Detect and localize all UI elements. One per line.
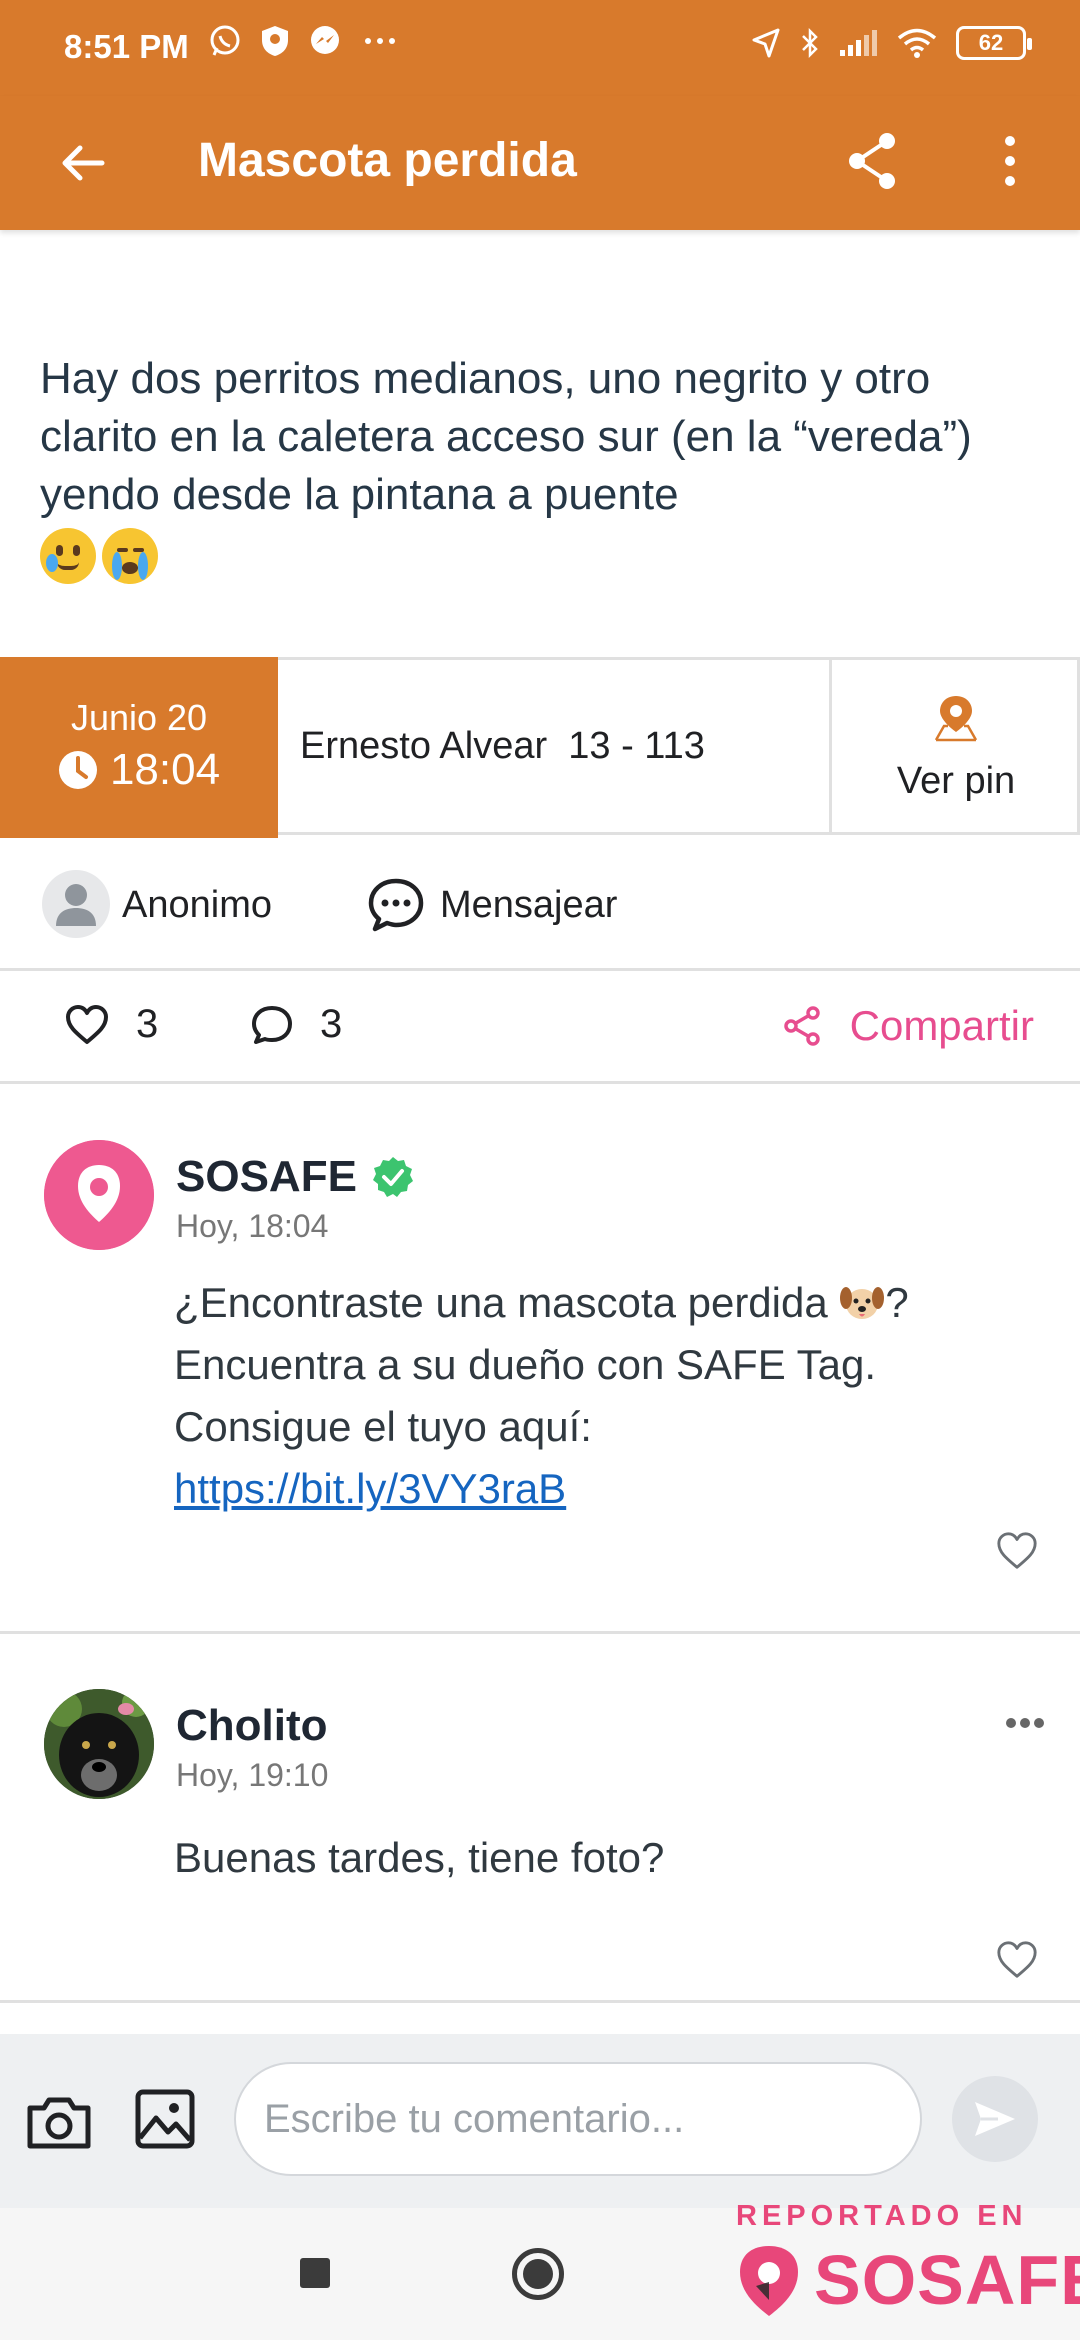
- comment-count: 3: [320, 1002, 343, 1046]
- share-nodes-icon: [783, 1006, 820, 1046]
- sosafe-avatar: [44, 1140, 154, 1250]
- crying-emoji-icon: [102, 528, 158, 585]
- comment-bar: [0, 2034, 1080, 2208]
- map-pin-icon: [934, 696, 978, 742]
- camera-icon: [27, 2097, 91, 2149]
- comment-more-button[interactable]: [1006, 1713, 1052, 1733]
- chat-bubble-icon: [368, 878, 424, 932]
- heart-icon: [997, 1941, 1037, 1978]
- system-icons: 62: [750, 26, 1032, 60]
- dog-emoji-icon: [840, 1287, 885, 1319]
- comment-like-button[interactable]: [992, 1935, 1042, 1985]
- comment-author-name: Cholito: [176, 1701, 328, 1750]
- home-button[interactable]: [512, 2248, 564, 2300]
- post-time: 18:04: [109, 745, 221, 794]
- heart-icon: [66, 1004, 108, 1044]
- author-avatar: [42, 870, 110, 938]
- more-menu-button[interactable]: [980, 124, 1040, 198]
- comment-text: Buenas tardes, tiene foto?: [174, 1834, 665, 1881]
- message-label: Mensajear: [440, 883, 618, 926]
- watermark-label: REPORTADO EN: [736, 2200, 1028, 2232]
- sosafe-shield-logo-icon: [740, 2246, 798, 2316]
- comment-text-part1: ¿Encontraste una mascota perdida: [174, 1279, 828, 1326]
- clock-icon: [58, 751, 97, 789]
- post-description: Hay dos perritos medianos, uno negrito y…: [40, 350, 1040, 585]
- cholito-avatar: [44, 1689, 154, 1799]
- recents-button[interactable]: [300, 2258, 330, 2288]
- smiling-tear-emoji-icon: [40, 528, 96, 585]
- like-button[interactable]: 3: [64, 1002, 158, 1047]
- user-icon: [56, 884, 96, 926]
- battery-indicator: 62: [956, 26, 1032, 60]
- signal-icon: [840, 30, 877, 56]
- comment-button[interactable]: 3: [250, 1002, 342, 1047]
- send-icon: [975, 2102, 1015, 2136]
- watermark-logo: SOSAFE: [734, 2240, 1080, 2320]
- comment-input[interactable]: [234, 2062, 922, 2176]
- verified-badge-icon: [372, 1157, 413, 1197]
- author-name: Anonimo: [122, 884, 272, 926]
- author-row: Anonimo Mensajear: [0, 838, 1080, 971]
- comment-author: SOSAFE: [176, 1152, 415, 1202]
- message-button[interactable]: Mensajear: [366, 870, 617, 940]
- comment-text: ¿Encontraste una mascota perdida ? Encue…: [174, 1272, 994, 1520]
- post-meta: Junio 20 18:04 Ernesto Alvear 13 - 113 V…: [0, 657, 1080, 838]
- more-dots-icon: [365, 38, 395, 44]
- back-arrow-icon: [62, 145, 105, 181]
- shield-icon: [262, 26, 288, 56]
- send-button[interactable]: [952, 2076, 1038, 2162]
- comment-time: Hoy, 18:04: [176, 1208, 329, 1244]
- share-button[interactable]: [836, 124, 910, 198]
- post-actions: 3 3 Compartir: [0, 974, 1080, 1084]
- whatsapp-icon: [210, 25, 240, 56]
- gallery-button[interactable]: [134, 2088, 204, 2158]
- comment-time: Hoy, 19:10: [176, 1757, 329, 1793]
- app-bar: Mascota perdida: [0, 96, 1080, 230]
- share-icon: [849, 133, 895, 189]
- date-cell: Junio 20 18:04: [0, 657, 278, 838]
- like-count: 3: [136, 1002, 159, 1046]
- heart-icon: [997, 1532, 1037, 1569]
- post-date: Junio 20: [70, 697, 208, 738]
- view-pin-button[interactable]: Ver pin: [832, 660, 1080, 832]
- comment-author: Cholito: [176, 1701, 328, 1751]
- status-bar: 8:51 PM 62: [0, 0, 1080, 96]
- status-time: 8:51 PM: [64, 28, 189, 65]
- messenger-icon: [311, 26, 339, 54]
- image-icon: [135, 2089, 195, 2149]
- dog-photo-avatar: [44, 1689, 154, 1799]
- comment-icon: [252, 1005, 292, 1044]
- comment-item: SOSAFE Hoy, 18:04 ¿Encontraste una masco…: [0, 1086, 1080, 1634]
- sosafe-logo-icon: [44, 1140, 154, 1250]
- location-arrow-icon: [752, 28, 780, 58]
- comment-link[interactable]: https://bit.ly/3VY3raB: [174, 1465, 566, 1512]
- page-title: Mascota perdida: [198, 134, 577, 187]
- post-time-row: 18:04: [0, 745, 278, 795]
- notification-icons: [208, 24, 400, 58]
- back-button[interactable]: [48, 128, 118, 198]
- camera-button[interactable]: [24, 2092, 94, 2156]
- view-pin-label: Ver pin: [896, 760, 1016, 802]
- post-description-text: Hay dos perritos medianos, uno negrito y…: [40, 354, 972, 519]
- watermark-brand: SOSAFE: [814, 2241, 1080, 2319]
- comment-like-button[interactable]: [992, 1526, 1042, 1576]
- comment-author-name: SOSAFE: [176, 1152, 357, 1201]
- comment-item: Cholito Hoy, 19:10 Buenas tardes, tiene …: [0, 1637, 1080, 2003]
- bluetooth-icon: [802, 27, 818, 59]
- share-post-button[interactable]: Compartir: [782, 1002, 1034, 1050]
- more-vert-icon: [1005, 136, 1015, 186]
- address: Ernesto Alvear 13 - 113: [278, 660, 832, 832]
- share-post-label: Compartir: [849, 1002, 1034, 1049]
- wifi-icon: [897, 28, 937, 58]
